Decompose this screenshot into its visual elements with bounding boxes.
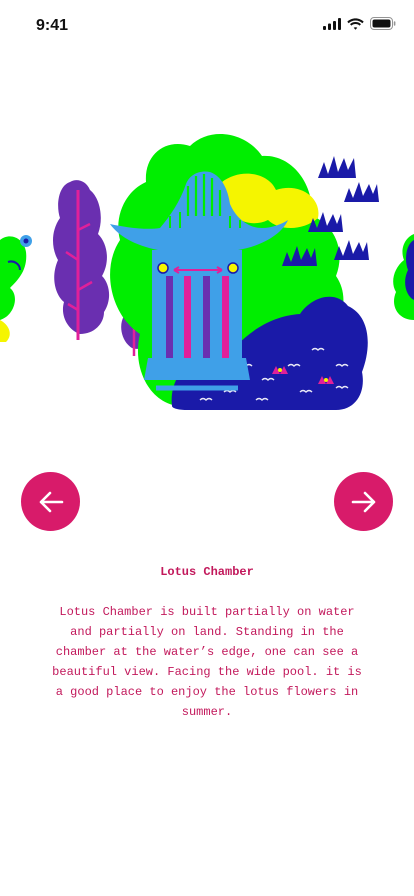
lotus-chamber-screen: 9:41 Lotus Chamber Lotus Chamber is buil…: [0, 0, 414, 896]
location-description: Lotus Chamber is built partially on wate…: [52, 605, 362, 719]
signal-icon: [323, 17, 341, 30]
arrow-right-icon: [351, 491, 375, 512]
lotus-chamber-illustration: [0, 133, 414, 410]
arrow-left-icon: [39, 491, 63, 512]
previous-button[interactable]: [21, 472, 80, 531]
status-time: 9:41: [36, 17, 69, 34]
left-edge-creature: [0, 235, 32, 342]
location-title: Lotus Chamber: [160, 565, 254, 579]
wifi-icon: [347, 17, 364, 30]
battery-icon: [370, 17, 396, 30]
status-icons: [323, 17, 396, 30]
status-bar: 9:41: [0, 0, 414, 50]
right-edge-tree: [393, 234, 414, 320]
purple-tree: [53, 180, 110, 340]
next-button[interactable]: [334, 472, 393, 531]
